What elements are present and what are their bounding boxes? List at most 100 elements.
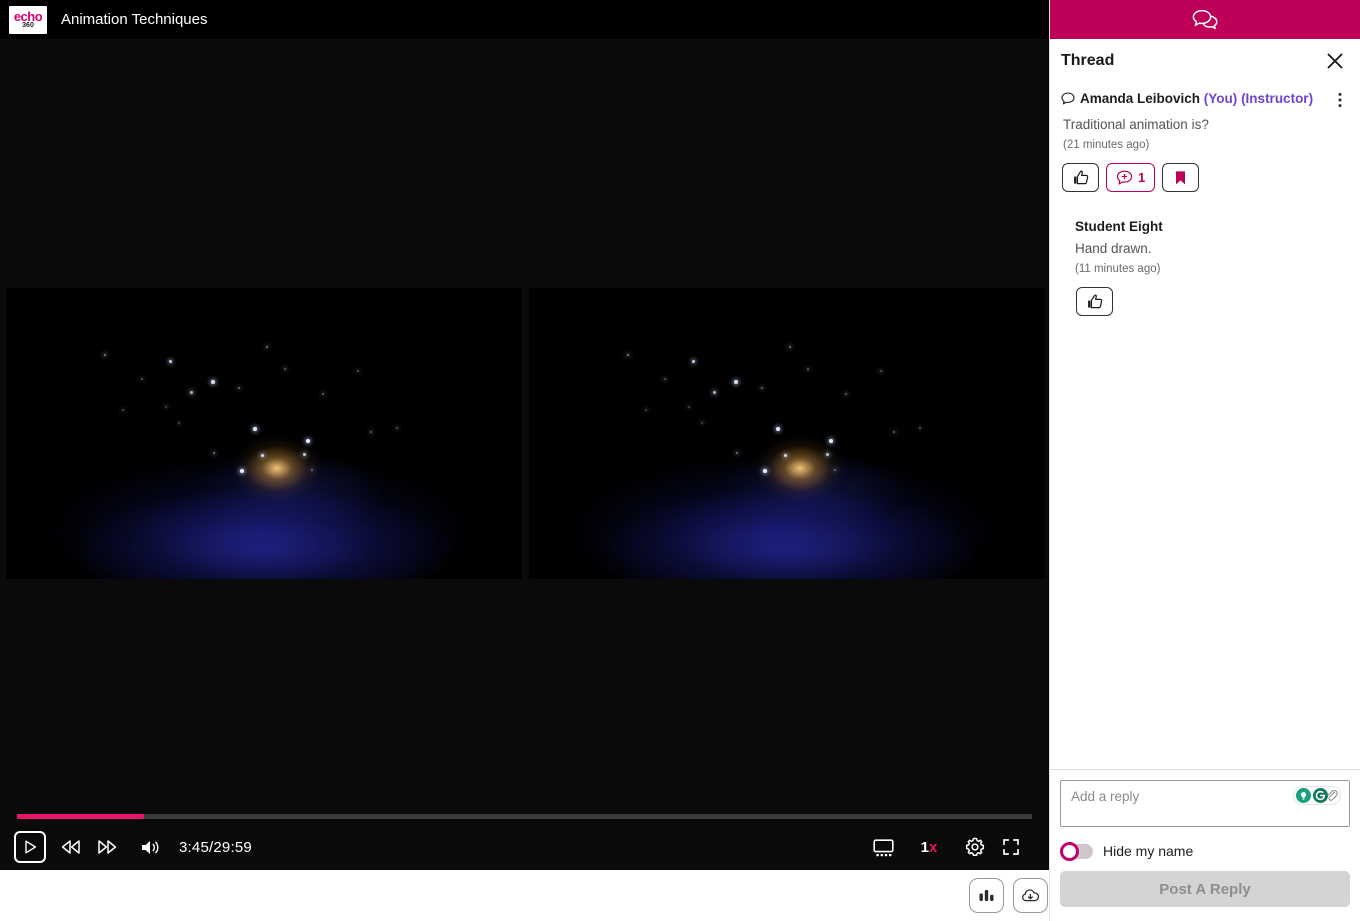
star bbox=[626, 353, 629, 356]
thread-root-post: Amanda Leibovich (You) (Instructor) Trad… bbox=[1061, 90, 1349, 192]
post-header: Amanda Leibovich (You) (Instructor) bbox=[1061, 90, 1349, 110]
player-top-bar: echo 360 Animation Techniques bbox=[0, 0, 1049, 39]
star bbox=[211, 380, 215, 384]
analytics-icon bbox=[979, 890, 994, 901]
post-text: Traditional animation is? bbox=[1063, 117, 1209, 132]
star bbox=[712, 390, 716, 394]
controls-right-group: 1x bbox=[865, 829, 1049, 865]
controls-row: 3:45/29:59 1x bbox=[0, 824, 1049, 870]
toggle-knob bbox=[1060, 841, 1079, 861]
thread-panel: Thread Amanda Leibovich (You) (Instructo… bbox=[1049, 0, 1360, 921]
echo360-logo[interactable]: echo 360 bbox=[9, 5, 47, 34]
thread-body: Amanda Leibovich (You) (Instructor) Trad… bbox=[1050, 82, 1360, 769]
hide-name-label: Hide my name bbox=[1103, 843, 1194, 859]
progress-scrubber[interactable] bbox=[17, 814, 1032, 819]
hide-name-row: Hide my name bbox=[1060, 841, 1350, 861]
star bbox=[168, 360, 172, 364]
slides-view-button[interactable] bbox=[865, 829, 901, 865]
fullscreen-button[interactable] bbox=[993, 829, 1029, 865]
play-button[interactable] bbox=[14, 831, 46, 863]
controls-left-group: 3:45/29:59 bbox=[0, 829, 252, 865]
more-options-icon bbox=[1338, 92, 1342, 108]
lightbulb-icon[interactable] bbox=[1296, 788, 1311, 803]
starfield-graphic bbox=[6, 288, 522, 579]
floating-tools-group bbox=[969, 878, 1048, 913]
fullscreen-icon bbox=[1003, 839, 1019, 855]
star bbox=[189, 390, 193, 394]
star bbox=[788, 345, 791, 348]
like-button[interactable] bbox=[1062, 163, 1099, 192]
volume-button[interactable] bbox=[132, 829, 168, 865]
star bbox=[303, 452, 307, 456]
post-badge-you: (You) bbox=[1203, 91, 1238, 106]
star bbox=[826, 452, 830, 456]
close-thread-button[interactable] bbox=[1324, 50, 1346, 72]
slides-view-icon bbox=[872, 838, 894, 856]
reply-assist-tools bbox=[1293, 786, 1341, 805]
timecode-display: 3:45/29:59 bbox=[179, 838, 252, 856]
reply-author: Student Eight bbox=[1075, 219, 1163, 234]
discussion-tab[interactable] bbox=[1050, 0, 1360, 39]
fast-forward-button[interactable] bbox=[89, 829, 125, 865]
speed-suffix: x bbox=[929, 838, 938, 856]
analytics-button[interactable] bbox=[969, 878, 1004, 913]
reply-count: 1 bbox=[1138, 170, 1146, 185]
reply-count-button[interactable]: 1 bbox=[1106, 163, 1156, 192]
add-comment-icon bbox=[1116, 170, 1133, 185]
reply-timestamp: (11 minutes ago) bbox=[1075, 263, 1161, 275]
paperclip-icon[interactable] bbox=[1325, 788, 1338, 803]
play-icon bbox=[24, 840, 36, 854]
reply-input-wrap bbox=[1060, 780, 1350, 832]
hide-name-toggle[interactable] bbox=[1060, 841, 1093, 861]
echo360-player-page: echo 360 Animation Techniques 3:45/29:59… bbox=[0, 0, 1360, 921]
chat-bubbles-icon bbox=[1192, 9, 1218, 30]
like-reply-button[interactable] bbox=[1076, 287, 1113, 316]
star bbox=[776, 427, 780, 431]
reply-action-row bbox=[1075, 287, 1349, 316]
close-icon bbox=[1327, 53, 1343, 68]
cloud-download-icon bbox=[1022, 888, 1040, 901]
star bbox=[265, 345, 268, 348]
video-pane-primary[interactable] bbox=[6, 288, 522, 579]
bookmark-icon bbox=[1176, 170, 1186, 184]
rewind-button[interactable] bbox=[53, 829, 89, 865]
comment-bubble-icon bbox=[1061, 92, 1075, 110]
progress-fill bbox=[17, 814, 144, 819]
reply-composer: Hide my name Post A Reply bbox=[1050, 769, 1360, 921]
thread-reply: Student Eight Hand drawn. (11 minutes ag… bbox=[1061, 219, 1349, 316]
star bbox=[645, 408, 648, 411]
starfield-graphic bbox=[529, 288, 1045, 579]
reply-text: Hand drawn. bbox=[1075, 241, 1152, 256]
post-options-button[interactable] bbox=[1331, 90, 1349, 110]
star bbox=[122, 408, 125, 411]
star bbox=[734, 380, 738, 384]
page-title: Animation Techniques bbox=[61, 11, 208, 28]
bookmark-button[interactable] bbox=[1162, 163, 1200, 192]
star bbox=[396, 426, 399, 429]
post-badge-role: (Instructor) bbox=[1241, 91, 1314, 106]
post-author: Amanda Leibovich (You) (Instructor) bbox=[1080, 90, 1313, 107]
star bbox=[664, 377, 667, 380]
star bbox=[253, 427, 257, 431]
rewind-icon bbox=[61, 840, 80, 854]
post-author-name: Amanda Leibovich bbox=[1080, 91, 1201, 106]
settings-button[interactable] bbox=[957, 829, 993, 865]
download-button[interactable] bbox=[1013, 878, 1048, 913]
speed-value: 1 bbox=[920, 838, 929, 856]
star bbox=[760, 387, 763, 390]
thumbs-up-icon bbox=[1073, 170, 1088, 185]
thumbs-up-icon bbox=[1087, 294, 1102, 309]
video-pane-secondary[interactable] bbox=[529, 288, 1045, 579]
star bbox=[919, 426, 922, 429]
playback-speed-button[interactable]: 1x bbox=[911, 829, 947, 865]
fast-forward-icon bbox=[98, 840, 117, 854]
star bbox=[735, 451, 738, 454]
star bbox=[212, 451, 215, 454]
star bbox=[103, 353, 106, 356]
star bbox=[237, 387, 240, 390]
gear-icon bbox=[965, 837, 985, 857]
post-timestamp: (21 minutes ago) bbox=[1063, 139, 1150, 151]
post-reply-button[interactable]: Post A Reply bbox=[1060, 871, 1350, 907]
post-action-row: 1 bbox=[1061, 163, 1349, 192]
video-stage bbox=[0, 39, 1049, 800]
